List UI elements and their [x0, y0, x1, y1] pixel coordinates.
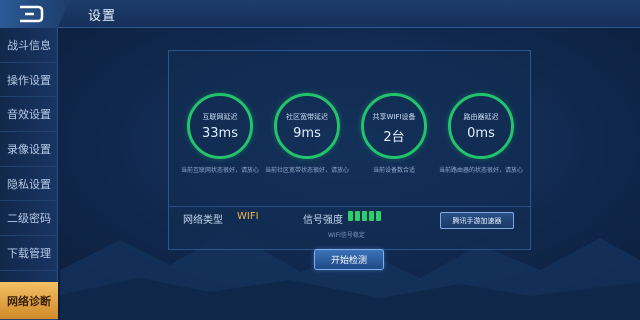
back-button[interactable] [0, 0, 70, 28]
network-type-label: 网络类型 [183, 215, 223, 226]
gauge-description: 当前设备数合适 [372, 167, 415, 174]
signal-bar [369, 211, 374, 221]
sidebar-item-label: 录像设置 [7, 142, 51, 156]
shared-wifi-devices-gauge: 共享WIFI设备 2台 当前设备数合适 [348, 93, 440, 175]
status-ring: 共享WIFI设备 2台 [361, 93, 427, 159]
sidebar-item-label: 下载管理 [7, 247, 51, 261]
signal-strength-label: 信号强度 [303, 215, 343, 226]
sidebar-item-battle-info[interactable]: 战斗信息 [0, 28, 58, 63]
panel-divider [169, 206, 530, 207]
signal-bar [348, 211, 353, 221]
gauge-label: 互联网延迟 [202, 113, 238, 121]
sidebar-item-label: 音效设置 [7, 108, 51, 122]
start-detection-button[interactable]: 开始检测 [314, 249, 384, 270]
accelerator-button[interactable]: 腾讯手游加速器 [440, 212, 514, 229]
status-ring: 互联网延迟 33ms [187, 93, 253, 159]
signal-bar [355, 211, 360, 221]
sidebar-item-label: 二级密码 [7, 212, 51, 226]
gauge-value: 33ms [202, 126, 238, 141]
community-broadband-gauge: 社区宽带延迟 9ms 当前社区宽带状态很好，请放心 [261, 93, 353, 175]
signal-strength-icon [348, 211, 384, 221]
gauge-description: 当前路由器的状态很好，请放心 [439, 167, 524, 174]
signal-bar [376, 211, 381, 221]
gauge-description: 当前社区宽带状态很好，请放心 [265, 167, 350, 174]
status-ring: 路由器延迟 0ms [448, 93, 514, 159]
sidebar-item-label: 隐私设置 [7, 177, 51, 191]
gauge-value: 2台 [383, 130, 405, 145]
sidebar-item-label: 网络诊断 [7, 294, 51, 308]
back-arrow-icon [20, 5, 44, 23]
router-latency-gauge: 路由器延迟 0ms 当前路由器的状态很好，请放心 [435, 93, 527, 175]
internet-latency-gauge: 互联网延迟 33ms 当前互联网状态很好，请放心 [174, 93, 266, 175]
gauge-description: 当前互联网状态很好，请放心 [180, 167, 259, 174]
page-title: 设置 [88, 9, 117, 24]
sidebar: 战斗信息 操作设置 音效设置 录像设置 隐私设置 二级密码 下载管理 网络诊断 [0, 28, 58, 320]
network-type-value: WIFI [237, 211, 259, 222]
sidebar-item-controls[interactable]: 操作设置 [0, 63, 58, 98]
signal-note: WIFI信号稳定 [328, 232, 365, 239]
header-bar: 设置 [0, 0, 640, 28]
sidebar-item-downloads[interactable]: 下载管理 [0, 236, 58, 271]
status-ring: 社区宽带延迟 9ms [274, 93, 340, 159]
gauge-label: 社区宽带延迟 [286, 113, 328, 121]
sidebar-item-label: 战斗信息 [7, 38, 51, 52]
sidebar-item-network-diagnosis[interactable]: 网络诊断 [0, 282, 58, 320]
signal-bar [362, 211, 367, 221]
gauge-label: 共享WIFI设备 [372, 113, 416, 121]
sidebar-item-recording[interactable]: 录像设置 [0, 132, 58, 167]
sidebar-item-sound[interactable]: 音效设置 [0, 97, 58, 133]
gauge-value: 9ms [293, 126, 321, 141]
sidebar-item-privacy[interactable]: 隐私设置 [0, 167, 58, 202]
gauge-label: 路由器延迟 [463, 113, 499, 121]
sidebar-item-secondary-password[interactable]: 二级密码 [0, 202, 58, 237]
sidebar-item-label: 操作设置 [7, 73, 51, 87]
gauge-value: 0ms [467, 126, 495, 141]
